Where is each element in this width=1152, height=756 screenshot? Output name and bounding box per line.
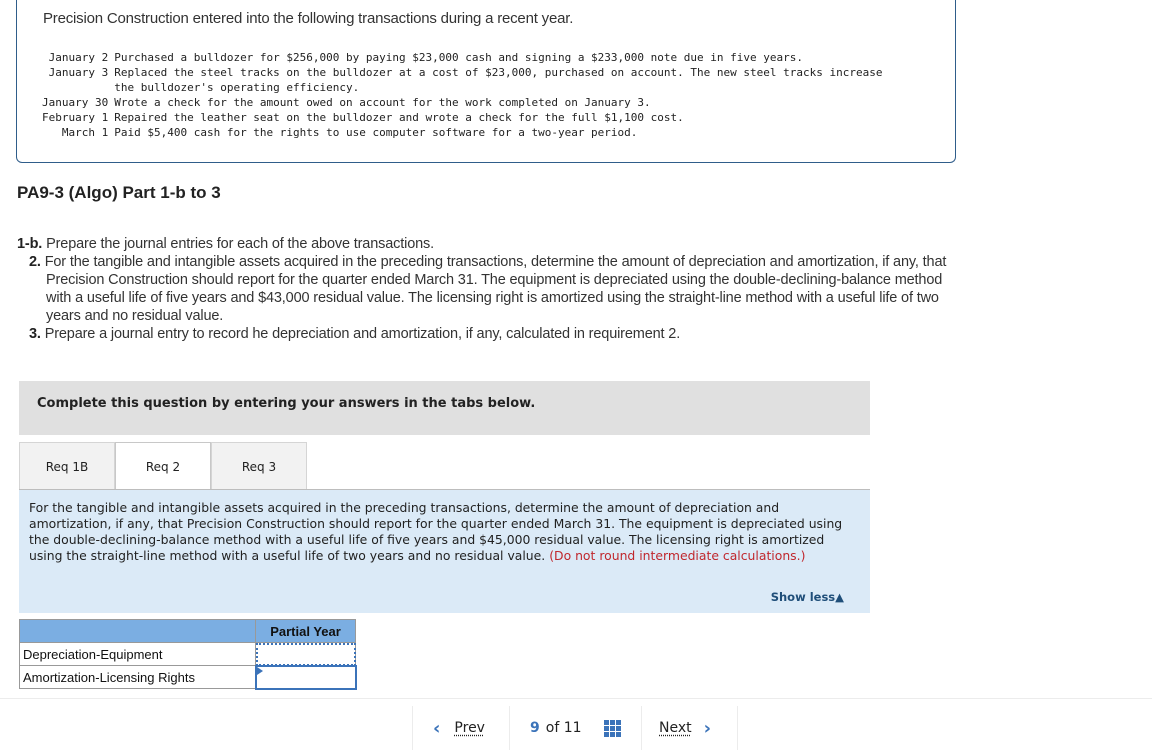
show-less-button[interactable]: Show less▲ — [771, 590, 844, 604]
instruction-bar: Complete this question by entering your … — [19, 381, 870, 435]
total-pages: 11 — [563, 720, 582, 736]
transaction-row: January 3 Replaced the steel tracks on t… — [42, 65, 884, 95]
requirement-item: 2. For the tangible and intangible asset… — [17, 253, 957, 325]
answer-row: Amortization-Licensing Rights — [19, 664, 357, 690]
amortization-licensing-input[interactable] — [256, 666, 355, 688]
chevron-left-icon: ‹ — [433, 717, 441, 739]
question-panel: For the tangible and intangible assets a… — [19, 490, 870, 613]
transaction-date: February 1 — [42, 111, 109, 124]
question-text: For the tangible and intangible assets a… — [29, 500, 859, 564]
transaction-text: Paid $5,400 cash for the rights to use c… — [114, 126, 638, 139]
row-label: Amortization-Licensing Rights — [19, 665, 256, 689]
footer-divider — [0, 698, 1152, 699]
amortization-licensing-cell — [254, 664, 357, 690]
problem-intro: Precision Construction entered into the … — [43, 10, 574, 27]
tab-req-1b[interactable]: Req 1B — [19, 442, 115, 490]
requirement-item: 1-b. Prepare the journal entries for eac… — [17, 235, 957, 253]
transaction-date: January 2 — [48, 51, 109, 64]
grid-icon[interactable] — [603, 719, 621, 737]
transaction-row: January 2 Purchased a bulldozer for $256… — [42, 50, 884, 65]
transaction-date: January 30 — [42, 96, 109, 109]
transaction-text: Replaced the steel tracks on the bulldoz… — [114, 66, 883, 94]
page-indicator: 9 of 11 — [509, 706, 641, 750]
requirement-number: 2. — [29, 254, 41, 270]
instruction-text: Complete this question by entering your … — [37, 396, 536, 411]
transaction-text: Repaired the leather seat on the bulldoz… — [114, 111, 684, 124]
requirement-number: 3. — [29, 326, 41, 342]
prev-button[interactable]: ‹ Prev — [412, 706, 509, 750]
transaction-text: Purchased a bulldozer for $256,000 by pa… — [114, 51, 803, 64]
prev-label[interactable]: Prev — [454, 720, 485, 736]
requirement-text: Prepare the journal entries for each of … — [46, 236, 435, 252]
next-label[interactable]: Next — [659, 720, 692, 736]
question-note: (Do not round intermediate calculations.… — [549, 548, 806, 563]
tab-req-3[interactable]: Req 3 — [211, 442, 307, 490]
requirement-text: Prepare a journal entry to record he dep… — [44, 326, 681, 342]
requirement-tabs: Req 1B Req 2 Req 3 — [19, 442, 307, 491]
row-label: Depreciation-Equipment — [19, 642, 256, 666]
of-label: of — [545, 720, 560, 736]
answer-row: Depreciation-Equipment — [19, 642, 356, 666]
transaction-date: March 1 — [61, 126, 109, 139]
header-partial-year: Partial Year — [255, 619, 356, 643]
transaction-text: Wrote a check for the amount owed on acc… — [114, 96, 651, 109]
triangle-up-icon: ▲ — [835, 590, 844, 604]
show-less-label: Show less — [770, 590, 836, 604]
answer-table: Partial Year Depreciation-Equipment Amor… — [19, 619, 357, 690]
requirement-number: 1-b. — [17, 236, 43, 252]
requirement-text: For the tangible and intangible assets a… — [44, 254, 947, 324]
depreciation-equipment-input[interactable] — [256, 643, 355, 665]
transactions-table: January 2 Purchased a bulldozer for $256… — [42, 50, 884, 140]
chevron-right-icon: › — [703, 717, 712, 739]
requirement-item: 3. Prepare a journal entry to record he … — [17, 325, 957, 343]
part-title: PA9-3 (Algo) Part 1-b to 3 — [17, 183, 221, 202]
next-button[interactable]: Next › — [641, 706, 738, 750]
transaction-row: January 30 Wrote a check for the amount … — [42, 95, 884, 110]
transaction-date: January 3 — [48, 66, 109, 79]
answer-header-row: Partial Year — [19, 619, 356, 643]
transaction-row: March 1 Paid $5,400 cash for the rights … — [42, 125, 884, 140]
transaction-row: February 1 Repaired the leather seat on … — [42, 110, 884, 125]
tab-req-2[interactable]: Req 2 — [115, 442, 211, 491]
pagination-nav: ‹ Prev 9 of 11 Next › — [412, 705, 738, 751]
current-page: 9 — [530, 720, 540, 736]
depreciation-equipment-cell — [255, 642, 356, 666]
cell-marker-icon — [256, 666, 263, 675]
requirements-list: 1-b. Prepare the journal entries for eac… — [17, 235, 957, 343]
header-blank — [19, 619, 256, 643]
